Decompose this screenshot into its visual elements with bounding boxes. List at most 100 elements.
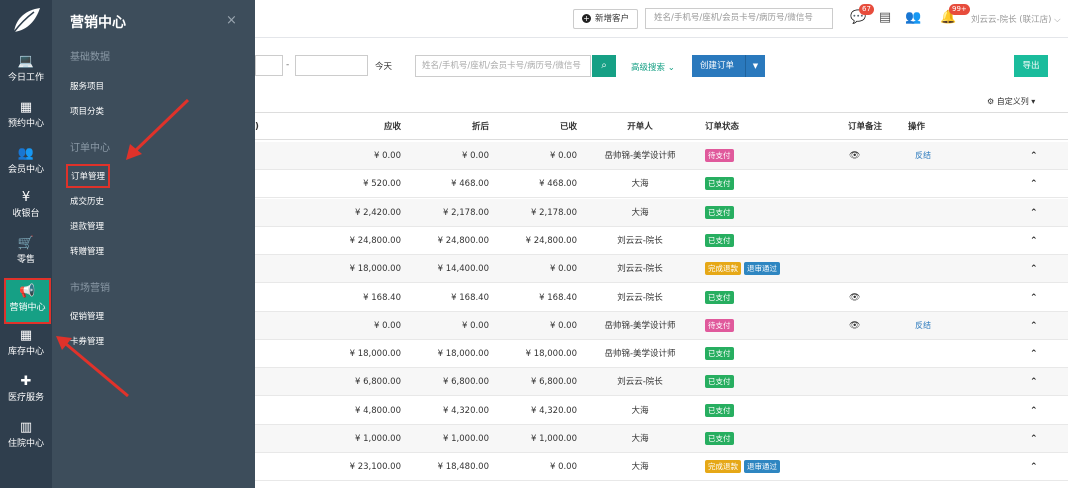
chevron-up-icon[interactable]: ⌃ [1030, 199, 1042, 227]
status-badge: 已支付 [705, 375, 734, 389]
caret-down-icon[interactable]: ▼ [745, 55, 765, 77]
add-customer-button[interactable]: + 新增客户 [573, 9, 638, 29]
chat-icon[interactable]: 💬 67 [850, 4, 874, 26]
cell-receivable: ¥ 0.00 [373, 320, 401, 331]
plus-icon: + [582, 14, 591, 23]
cell-creator: 刘云云-院长 [617, 264, 663, 275]
chevron-up-icon[interactable]: ⌃ [1030, 142, 1042, 170]
table-row[interactable]: ¥ 0.00 ¥ 0.00 ¥ 0.00 岳帅锦-美学设计师 待支付 👁 反结 ⌃ [255, 311, 1068, 340]
action-link[interactable]: 反结 [915, 312, 945, 340]
chevron-down-icon: ⌵ [1054, 15, 1061, 25]
cell-status: 已支付 [705, 284, 825, 312]
top-bar: + 新增客户 姓名/手机号/座机/会员卡号/病历号/微信号 💬 67 ▤ 👥 🔔 99… [255, 0, 1068, 38]
cell-paid: ¥ 2,178.00 [531, 207, 577, 218]
status-badge: 已支付 [705, 432, 734, 445]
eye-icon[interactable]: 👁 [849, 312, 861, 340]
search-icon[interactable]: ⌕ [592, 55, 616, 77]
create-order-button[interactable]: 创建订单 ▼ [692, 55, 765, 77]
global-search-input[interactable]: 姓名/手机号/座机/会员卡号/病历号/微信号 [645, 8, 833, 29]
cell-creator: 岳帅锦-美学设计师 [604, 151, 676, 161]
cell-receivable: ¥ 520.00 [363, 179, 401, 190]
status-badge: 待支付 [705, 318, 734, 332]
table-row[interactable]: ¥ 168.40 ¥ 168.40 ¥ 168.40 刘云云-院长 已支付 👁 ⌃ [255, 284, 1068, 312]
cell-discounted: ¥ 2,178.00 [443, 207, 489, 218]
advanced-search-link[interactable]: 高级搜索 ⌄ [631, 61, 675, 73]
cell-discounted: ¥ 1,000.00 [443, 434, 489, 444]
cell-status: 已支付 [705, 227, 825, 255]
table-row[interactable]: ¥ 1,000.00 ¥ 1,000.00 ¥ 1,000.00 大海 已支付 ⌃ [255, 425, 1068, 453]
table-row[interactable]: ¥ 18,000.00 ¥ 18,000.00 ¥ 18,000.00 岳帅锦-美学设… [255, 340, 1068, 369]
custom-columns-button[interactable]: ⚙ 自定义列 ▾ [987, 96, 1035, 107]
custom-columns-label: 自定义列 [996, 97, 1029, 106]
gear-icon: ⚙ [987, 97, 995, 106]
cell-discounted: ¥ 14,400.00 [437, 264, 489, 275]
eye-icon[interactable]: 👁 [849, 284, 861, 312]
status-badge: 已支付 [705, 177, 734, 191]
cell-creator: 大海 [631, 462, 649, 473]
cell-status: 完成退款 退审通过 [705, 255, 825, 283]
cell-status: 已支付 [705, 368, 825, 396]
cell-creator: 岳帅锦-美学设计师 [604, 320, 676, 331]
status-badge: 已支付 [705, 233, 734, 247]
team-icon[interactable]: 👥 [905, 10, 921, 26]
cell-paid: ¥ 4,320.00 [531, 405, 577, 416]
cell-paid: ¥ 1,000.00 [531, 434, 577, 444]
cell-status: 待支付 [705, 142, 825, 170]
end-date-input[interactable] [295, 55, 368, 76]
chevron-up-icon[interactable]: ⌃ [1030, 397, 1042, 425]
cell-paid: ¥ 0.00 [549, 264, 577, 275]
cell-creator: 刘云云-院长 [617, 235, 663, 246]
order-search-input[interactable]: 姓名/手机号/座机/会员卡号/病历号/微信号 [415, 55, 591, 77]
table-row[interactable]: ¥ 520.00 ¥ 468.00 ¥ 468.00 大海 已支付 ⌃ [255, 170, 1068, 199]
chevron-up-icon[interactable]: ⌃ [1030, 284, 1042, 312]
chevron-up-icon[interactable]: ⌃ [1030, 453, 1042, 481]
header-paid: 已收 [559, 122, 577, 132]
chevron-up-icon[interactable]: ⌃ [1030, 425, 1042, 453]
chevron-up-icon[interactable]: ⌃ [1030, 227, 1042, 255]
table-row[interactable]: ¥ 6,800.00 ¥ 6,800.00 ¥ 6,800.00 刘云云-院长 已支付 ⌃ [255, 368, 1068, 397]
chevron-up-icon[interactable]: ⌃ [1030, 255, 1042, 283]
user-menu[interactable]: 刘云云-院长 (联江店) ⌵ [971, 13, 1061, 25]
arrow-to-order-management [126, 98, 190, 160]
date-separator: - [286, 60, 290, 70]
cell-status: 待支付 [705, 312, 825, 340]
cell-discounted: ¥ 18,480.00 [437, 462, 489, 473]
chevron-up-icon[interactable]: ⌃ [1030, 170, 1042, 198]
table-row[interactable]: ¥ 24,800.00 ¥ 24,800.00 ¥ 24,800.00 刘云云-院长 已… [255, 227, 1068, 255]
report-icon[interactable]: ▤ [877, 10, 893, 26]
cell-status: 完成退款 退审通过 [705, 453, 825, 481]
chevron-up-icon[interactable]: ⌃ [1030, 368, 1042, 396]
chevron-up-icon[interactable]: ⌃ [1030, 340, 1042, 368]
export-button[interactable]: 导出 [1014, 55, 1048, 77]
cell-receivable: ¥ 18,000.00 [349, 264, 401, 275]
cell-receivable: ¥ 4,800.00 [355, 405, 401, 416]
cell-paid: ¥ 18,000.00 [525, 349, 577, 360]
bell-badge: 99+ [949, 4, 970, 15]
cell-creator: 刘云云-院长 [617, 292, 663, 303]
cell-creator: 大海 [631, 207, 649, 218]
status-badge: 已支付 [705, 290, 734, 304]
status-badge: 已支付 [705, 205, 734, 219]
user-name: 刘云云-院长 (联江店) [971, 15, 1052, 25]
table-row[interactable]: ¥ 23,100.00 ¥ 18,480.00 ¥ 0.00 大海 完成退款 退审通过 ⌃ [255, 453, 1068, 482]
cell-status: 已支付 [705, 425, 825, 453]
create-order-label: 创建订单 [700, 61, 735, 71]
chevron-up-icon[interactable]: ⌃ [1030, 312, 1042, 340]
table-row[interactable]: ¥ 18,000.00 ¥ 14,400.00 ¥ 0.00 刘云云-院长 完成退款 退审… [255, 255, 1068, 284]
status-badge: 已支付 [705, 347, 734, 361]
status-badge: 待支付 [705, 149, 734, 162]
table-row[interactable]: ¥ 4,800.00 ¥ 4,320.00 ¥ 4,320.00 大海 已支付 ⌃ [255, 397, 1068, 425]
cell-status: 已支付 [705, 397, 825, 425]
table-row[interactable]: ¥ 2,420.00 ¥ 2,178.00 ¥ 2,178.00 大海 已支付 ⌃ [255, 198, 1068, 227]
cell-status: 已支付 [705, 170, 825, 198]
cell-status: 已支付 [705, 340, 825, 368]
start-date-input[interactable] [255, 55, 283, 76]
cell-discounted: ¥ 24,800.00 [437, 235, 489, 246]
cell-receivable: ¥ 24,800.00 [349, 235, 401, 246]
action-link[interactable]: 反结 [915, 142, 945, 170]
header-remark: 订单备注 [848, 122, 883, 132]
bell-icon[interactable]: 🔔 99+ [940, 4, 970, 26]
today-button[interactable]: 今天 [375, 60, 392, 72]
eye-icon[interactable]: 👁 [849, 142, 861, 170]
table-row[interactable]: ¥ 0.00 ¥ 0.00 ¥ 0.00 岳帅锦-美学设计师 待支付 👁 反结 ⌃ [255, 142, 1068, 170]
